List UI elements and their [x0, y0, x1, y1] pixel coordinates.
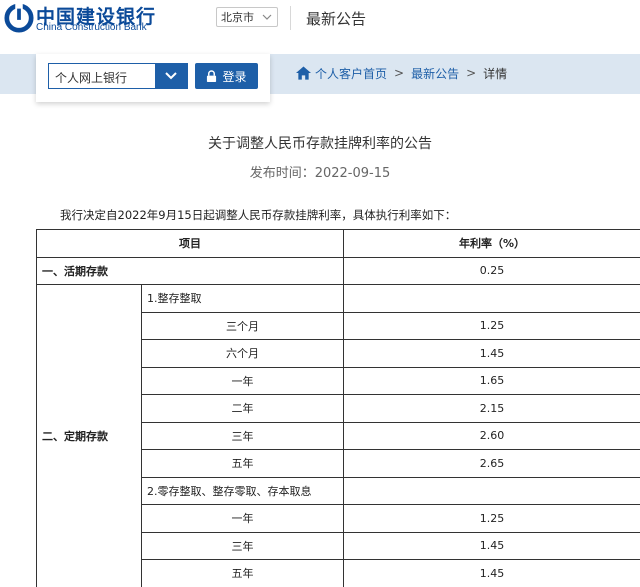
term-cell: 五年	[141, 559, 344, 587]
chevron-down-icon	[262, 14, 272, 20]
breadcrumb-current: 详情	[483, 66, 508, 81]
breadcrumb-separator: >	[466, 66, 477, 80]
rate-cell: 1.25	[343, 504, 640, 533]
rate-table: 项目 年利率（%） 一、活期存款 0.25 二、定期存款 1.整存整取 三个月 1…	[36, 229, 640, 587]
bank-type-value: 个人网上银行	[55, 71, 128, 85]
header-item: 项目	[36, 229, 344, 258]
demand-deposit-rate: 0.25	[343, 256, 640, 285]
ccb-logo-icon[interactable]	[4, 3, 34, 33]
empty-cell	[343, 284, 640, 313]
rate-cell: 2.15	[343, 394, 640, 423]
header-rate: 年利率（%）	[343, 229, 640, 258]
term-cell: 三年	[141, 421, 344, 450]
bank-type-select[interactable]: 个人网上银行	[48, 63, 188, 89]
article-intro: 我行决定自2022年9月15日起调整人民币存款挂牌利率，具体执行利率如下：	[60, 208, 457, 222]
term-cell: 三年	[141, 531, 344, 560]
login-button[interactable]: 登录	[195, 63, 258, 89]
rate-cell: 2.65	[343, 449, 640, 478]
bank-type-dropdown-toggle[interactable]	[155, 64, 187, 88]
city-selector[interactable]: 北京市	[216, 7, 278, 27]
login-label: 登录	[222, 69, 247, 84]
city-label: 北京市	[221, 11, 254, 24]
page-heading: 最新公告	[306, 10, 367, 28]
logo-text-en[interactable]: China Construction Bank	[36, 22, 147, 33]
table-header-row: 项目 年利率（%）	[36, 229, 640, 258]
term-cell: 一年	[141, 504, 344, 533]
table-row: 二、定期存款 1.整存整取	[36, 284, 640, 587]
term-cell: 三个月	[141, 311, 344, 340]
lock-icon	[207, 69, 217, 82]
term-cell: 二年	[141, 394, 344, 423]
home-icon[interactable]	[296, 66, 311, 80]
article-title: 关于调整人民币存款挂牌利率的公告	[208, 136, 432, 152]
header-divider	[290, 6, 291, 30]
breadcrumb: 个人客户首页 > 最新公告 > 详情	[296, 64, 507, 82]
term-cell: 一年	[141, 366, 344, 395]
chevron-down-icon	[165, 72, 177, 80]
demand-deposit-label: 一、活期存款	[36, 256, 344, 285]
time-deposit-label: 二、定期存款	[36, 284, 142, 587]
table-row: 一、活期存款 0.25	[36, 256, 640, 285]
term-cell: 六个月	[141, 339, 344, 368]
empty-cell	[343, 476, 640, 505]
rate-cell: 1.45	[343, 339, 640, 368]
breadcrumb-home-link[interactable]: 个人客户首页	[315, 65, 387, 82]
rate-cell: 2.60	[343, 421, 640, 450]
rate-cell: 1.25	[343, 311, 640, 340]
rate-cell: 1.45	[343, 531, 640, 560]
rate-cell: 1.45	[343, 559, 640, 587]
breadcrumb-announcements-link[interactable]: 最新公告	[411, 65, 459, 82]
breadcrumb-separator: >	[394, 66, 405, 80]
rate-cell: 1.65	[343, 366, 640, 395]
top-header: 中国建设银行 China Construction Bank 北京市 最新公告	[0, 0, 640, 54]
term-cell: 五年	[141, 449, 344, 478]
group-label: 1.整存整取	[141, 284, 344, 313]
publish-time: 发布时间：2022-09-15	[249, 166, 391, 181]
group-label: 2.零存整取、整存零取、存本取息	[141, 476, 344, 505]
